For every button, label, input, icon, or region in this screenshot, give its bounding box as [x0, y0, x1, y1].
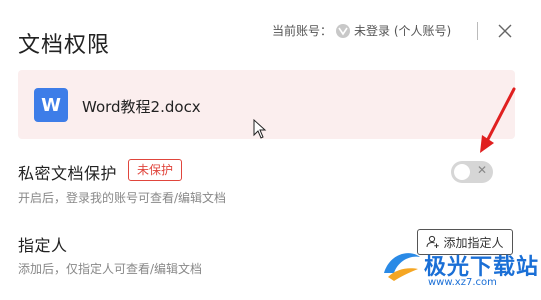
site-watermark: 极光下载站 www.xz7.com: [380, 247, 539, 288]
close-button[interactable]: [495, 21, 515, 41]
dialog-title: 文档权限: [18, 33, 111, 58]
toggle-knob: [454, 164, 470, 180]
word-file-icon: W: [34, 88, 68, 122]
account-status: 未登录 (个人账号): [354, 24, 452, 38]
file-name: Word教程2.docx: [82, 98, 201, 116]
red-arrow-icon: [470, 85, 520, 164]
private-protection-toggle[interactable]: ✕: [451, 161, 493, 183]
designated-person-title: 指定人: [18, 236, 68, 255]
watermark-url: www.xz7.com: [428, 277, 497, 288]
designated-person-description: 添加后，仅指定人可查看/编辑文档: [18, 262, 203, 276]
account-info: 当前账号： 未登录 (个人账号): [272, 22, 451, 39]
mouse-cursor-icon: [253, 118, 267, 143]
account-label: 当前账号：: [272, 24, 333, 38]
toggle-off-icon: ✕: [477, 163, 488, 177]
watermark-logo-icon: [384, 253, 420, 281]
header-divider: [477, 22, 478, 40]
private-protection-description: 开启后，登录我的账号可查看/编辑文档: [18, 191, 227, 205]
status-badge: 未保护: [128, 159, 183, 181]
close-icon: [498, 24, 512, 38]
private-protection-title: 私密文档保护: [18, 164, 118, 183]
user-avatar-icon: [336, 23, 351, 38]
